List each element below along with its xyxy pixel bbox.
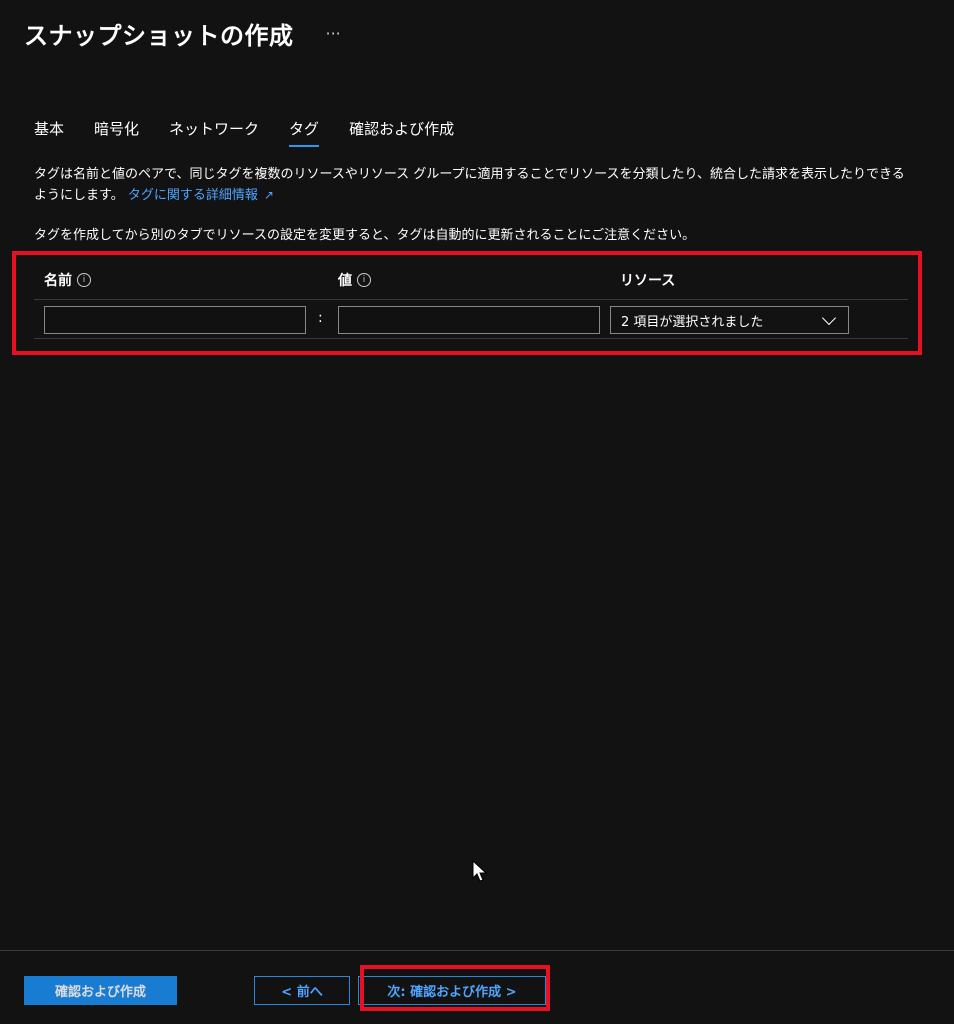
grid-divider-bottom <box>34 338 908 339</box>
footer-divider <box>0 950 954 951</box>
learn-more-link[interactable]: タグに関する詳細情報 <box>128 188 258 203</box>
grid-divider-top <box>34 299 908 300</box>
breadcrumb-strip <box>0 0 954 4</box>
mouse-cursor-icon <box>472 860 488 882</box>
page: スナップショットの作成 ··· 基本 暗号化 ネットワーク タグ 確認および作成… <box>0 0 954 1024</box>
page-title: スナップショットの作成 <box>24 22 294 50</box>
column-header-value: 値 i <box>338 270 371 290</box>
tags-note: タグを作成してから別のタブでリソースの設定を変更すると、タグは自動的に更新される… <box>34 228 696 243</box>
column-resource-label: リソース <box>620 273 676 289</box>
resource-selected-value: 2 項目が選択されました <box>621 314 764 330</box>
chevron-down-icon <box>821 310 837 325</box>
tags-description: タグは名前と値のペアで、同じタグを複数のリソースやリソース グループに適用するこ… <box>34 164 914 206</box>
tags-grid-highlight <box>12 251 922 355</box>
tab-bar: 基本 暗号化 ネットワーク タグ 確認および作成 <box>34 118 454 147</box>
column-value-label: 値 <box>338 273 352 289</box>
info-icon[interactable]: i <box>357 273 371 287</box>
previous-button[interactable]: < 前へ <box>254 976 350 1005</box>
tab-tags[interactable]: タグ <box>289 118 320 147</box>
resource-dropdown[interactable]: 2 項目が選択されました <box>610 306 849 334</box>
tab-basics[interactable]: 基本 <box>34 118 64 147</box>
next-button-highlight <box>360 965 550 1011</box>
review-create-button[interactable]: 確認および作成 <box>24 976 177 1005</box>
info-icon[interactable]: i <box>77 273 91 287</box>
column-header-resource: リソース <box>620 270 675 290</box>
title-row: スナップショットの作成 ··· <box>24 16 341 51</box>
tab-network[interactable]: ネットワーク <box>169 118 259 147</box>
column-header-name: 名前 i <box>44 270 91 290</box>
tag-name-input[interactable] <box>44 306 306 334</box>
external-link-icon: ↗ <box>263 188 274 202</box>
column-name-label: 名前 <box>44 273 72 289</box>
tab-review-create[interactable]: 確認および作成 <box>349 118 454 147</box>
name-value-separator: : <box>318 310 323 326</box>
tab-encryption[interactable]: 暗号化 <box>94 118 139 147</box>
more-options-icon[interactable]: ··· <box>326 24 341 43</box>
tag-value-input[interactable] <box>338 306 600 334</box>
